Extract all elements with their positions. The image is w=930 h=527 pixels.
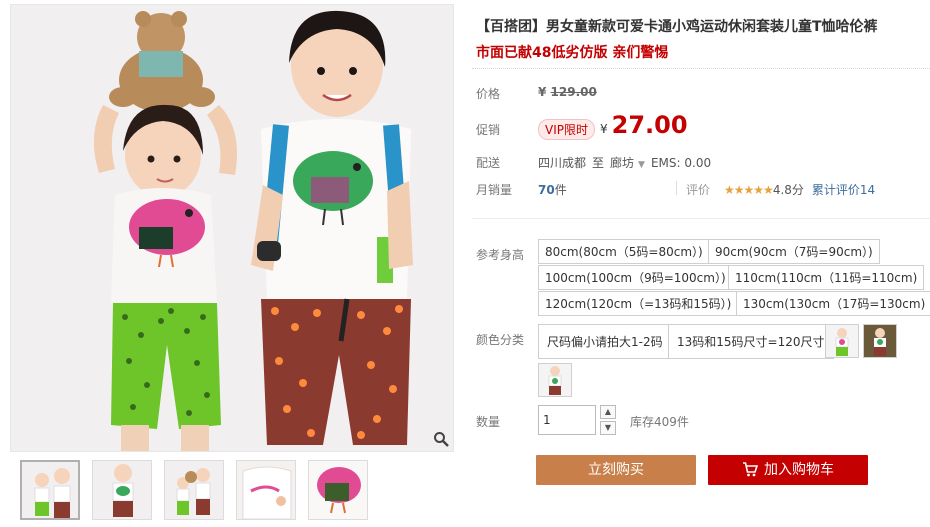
promo-price: ¥27.00 (600, 111, 688, 139)
ems-fee: EMS: 0.00 (650, 156, 712, 170)
sales-count: 70 (538, 183, 555, 197)
rating-stars-icon: ★★★★★ (724, 183, 774, 197)
sales-label: 月销量 (476, 183, 513, 197)
shipping-label: 配送 (476, 156, 501, 170)
original-price: ¥ 129.00 (538, 85, 597, 99)
sales-unit: 件 (554, 183, 567, 197)
monthly-sales: 70件 (538, 181, 567, 198)
product-info-panel: 【百搭团】男女童新款可爱卡通小鸡运动休闲套装儿童T恤哈伦裤 市面已献48低劣仿版… (472, 4, 930, 524)
quantity-increment-button[interactable]: ▲ (600, 405, 616, 419)
price-meta-box: 价格 ¥ 129.00 促销 VIP限时 ¥27.00 配送 四川成都至廊坊 ▼ E… (472, 68, 930, 220)
rating-score: 4.8分 (772, 183, 804, 197)
active-thumb-arrow-icon (50, 460, 60, 462)
price-label: 价格 (476, 87, 501, 101)
quantity-label: 数量 (476, 415, 501, 429)
kids-outfit-photo (11, 5, 453, 451)
thumbnail-strip (20, 460, 460, 522)
size-option-90[interactable]: 90cm(90cm（7码=90cm）) (708, 239, 880, 264)
color-label: 颜色分类 (476, 333, 525, 347)
thumbnail-4[interactable] (236, 460, 296, 520)
product-subtitle: 市面已献48低劣仿版 亲们警惕 (476, 45, 669, 61)
thumbnail-5[interactable] (308, 460, 368, 520)
add-to-cart-button[interactable]: 加入购物车 (708, 455, 868, 485)
boy-standing-swatch[interactable] (538, 363, 572, 397)
shipping-destination-select[interactable]: 廊坊 ▼ (610, 156, 651, 170)
quantity-input[interactable] (538, 405, 596, 435)
boy-photo-swatch[interactable] (863, 324, 897, 358)
stock-count: 库存409件 (630, 415, 689, 429)
size-option-110[interactable]: 110cm(110cm（11码=110cm) (728, 265, 925, 290)
size-option-120[interactable]: 120cm(120cm（=13码和15码）) (538, 291, 739, 316)
product-gallery (8, 4, 456, 524)
size-option-130[interactable]: 130cm(130cm（17码=130cm) (736, 291, 930, 316)
color-option-2[interactable]: 13码和15码尺寸=120尺寸 (668, 324, 834, 359)
thumbnail-1[interactable] (20, 460, 80, 520)
shipping-from: 四川成都 (538, 156, 587, 170)
original-price-currency: ¥ (538, 85, 547, 99)
shipping-info: 四川成都至廊坊 ▼ EMS: 0.00 (538, 154, 711, 171)
quantity-decrement-button[interactable]: ▼ (600, 421, 616, 435)
vip-badge: VIP限时 (538, 119, 595, 140)
color-option-1[interactable]: 尺码偏小请拍大1-2码 (538, 324, 672, 359)
shopping-cart-icon (742, 458, 759, 488)
promo-price-value: 27.00 (611, 111, 688, 139)
chevron-down-icon: ▼ (638, 160, 645, 170)
zoom-magnifier-icon[interactable] (433, 431, 449, 447)
thumbnail-3[interactable] (164, 460, 224, 520)
rating-label: 评价 (686, 183, 711, 197)
size-label: 参考身高 (476, 248, 525, 262)
promo-label: 促销 (476, 123, 501, 137)
product-title: 【百搭团】男女童新款可爱卡通小鸡运动休闲套装儿童T恤哈伦裤 (476, 19, 878, 35)
add-to-cart-label: 加入购物车 (764, 462, 834, 478)
thumbnail-2[interactable] (92, 460, 152, 520)
original-price-value: 129.00 (550, 85, 597, 99)
options-box: 参考身高 80cm(80cm（5码=80cm）) 90cm(90cm（7码=90… (472, 218, 930, 524)
size-option-80[interactable]: 80cm(80cm（5码=80cm）) (538, 239, 710, 264)
buy-now-button[interactable]: 立刻购买 (536, 455, 696, 485)
shipping-to-word: 至 (592, 156, 605, 170)
shipping-destination: 廊坊 (610, 156, 635, 170)
review-count-link[interactable]: 累计评价14 (812, 183, 875, 197)
rating-summary: 评价 ★★★★★4.8分 累计评价14 (686, 181, 875, 198)
size-option-100[interactable]: 100cm(100cm（9码=100cm）) (538, 265, 733, 290)
main-product-image[interactable] (10, 4, 454, 452)
divider (676, 181, 677, 195)
promo-price-currency: ¥ (600, 122, 608, 136)
girl-photo-swatch[interactable] (825, 324, 859, 358)
